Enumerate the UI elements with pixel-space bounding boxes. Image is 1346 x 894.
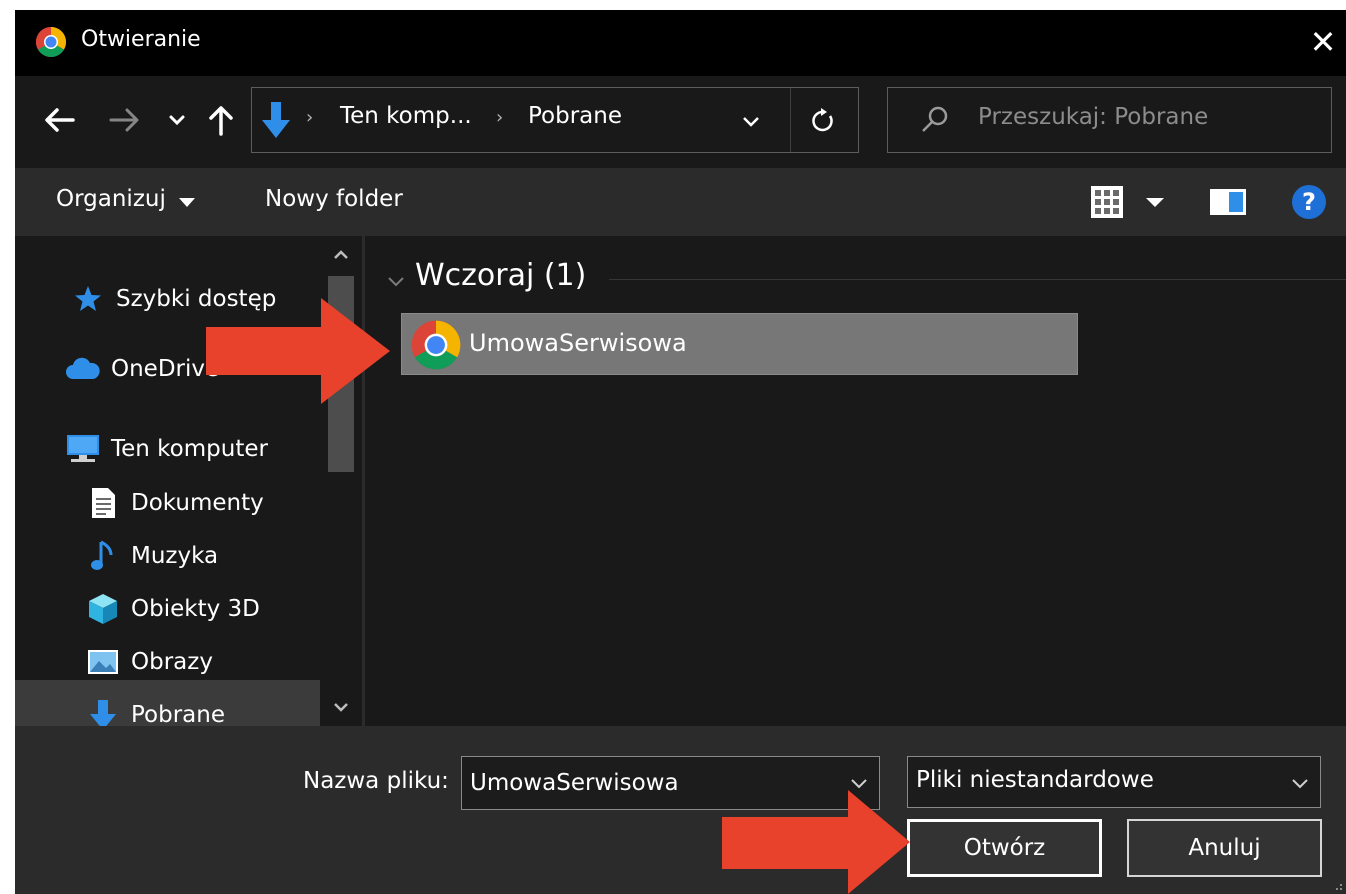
cube-icon [89,594,117,624]
annotation-arrow-open [722,790,910,894]
document-icon [92,488,115,518]
chrome-icon [35,26,67,58]
sidebar-item-3d-objects[interactable]: Obiekty 3D [85,586,260,632]
caret-down-icon[interactable] [179,198,195,207]
new-folder-button[interactable]: Nowy folder [265,186,403,212]
chrome-icon [411,320,461,370]
close-button[interactable]: ✕ [1306,22,1340,62]
sidebar-item-label: Obiekty 3D [131,596,260,622]
arrow-left-icon [45,108,75,132]
title-bar: Otwieranie ✕ [15,10,1346,76]
sidebar-item-downloads[interactable]: Pobrane [85,692,225,726]
navigation-bar: › Ten komp... › Pobrane Przeszukaj: Pobr… [15,76,1346,168]
sidebar-item-label: Ten komputer [111,436,268,462]
file-selection-panel: Nazwa pliku: Pliki niestandardowe Otwórz… [15,726,1346,894]
breadcrumb-downloads[interactable]: Pobrane [528,103,622,129]
recent-locations-button[interactable] [165,104,189,136]
computer-icon [67,435,99,462]
resize-grip-icon[interactable] [1330,878,1344,892]
organize-button[interactable]: Organizuj [56,186,166,212]
preview-pane-icon[interactable] [1209,188,1247,216]
chevron-down-icon[interactable] [736,106,766,136]
star-icon [75,286,101,311]
window-title: Otwieranie [81,27,201,52]
cloud-icon [66,357,100,379]
sidebar-item-music[interactable]: Muzyka [85,533,218,579]
refresh-icon[interactable] [804,102,842,140]
download-arrow-icon [262,102,290,138]
file-type-select[interactable]: Pliki niestandardowe [907,756,1321,808]
sidebar-item-label: Obrazy [131,649,213,675]
sidebar-item-label: Muzyka [131,543,219,569]
arrow-up-icon [209,106,233,136]
filename-label: Nazwa pliku: [303,768,449,794]
download-arrow-icon [90,700,116,726]
search-placeholder: Przeszukaj: Pobrane [978,104,1209,130]
chevron-down-icon[interactable] [385,270,407,292]
file-type-value: Pliki niestandardowe [916,767,1154,793]
annotation-arrow-file [206,298,390,404]
chevron-down-icon[interactable] [1288,771,1312,795]
forward-button[interactable] [105,100,145,140]
address-divider [790,88,791,152]
view-grid-icon[interactable] [1089,184,1125,220]
file-list: Wczoraj (1) UmowaSerwisowa [365,236,1346,726]
breadcrumb-separator: › [306,107,314,128]
sidebar-item-this-pc[interactable]: Ten komputer [65,426,268,472]
group-divider [609,279,1346,280]
chevron-up-icon[interactable] [330,244,352,266]
back-button[interactable] [39,100,79,140]
sidebar-item-documents[interactable]: Dokumenty [85,480,264,526]
search-icon [922,106,948,132]
sidebar-item-onedrive[interactable]: OneDrive [65,346,219,392]
arrow-right-icon [109,108,139,132]
sidebar-item-label: OneDrive [111,356,220,382]
search-box[interactable]: Przeszukaj: Pobrane [887,87,1332,153]
picture-icon [88,650,118,674]
open-button[interactable]: Otwórz [907,819,1102,877]
chevron-down-icon[interactable] [330,696,352,718]
music-note-icon [91,540,113,570]
group-header[interactable]: Wczoraj (1) [415,258,586,293]
help-icon[interactable]: ? [1292,185,1326,219]
file-name: UmowaSerwisowa [469,329,687,357]
sidebar-item-label: Pobrane [131,702,225,726]
sidebar-item-pictures[interactable]: Obrazy [85,639,213,685]
sidebar-item-label: Dokumenty [131,490,264,516]
breadcrumb-this-pc[interactable]: Ten komp... [340,103,472,129]
address-bar[interactable]: › Ten komp... › Pobrane [251,87,859,153]
cancel-button[interactable]: Anuluj [1127,819,1322,877]
chevron-down-icon [169,115,185,126]
breadcrumb-separator: › [496,107,504,128]
command-toolbar: Organizuj Nowy folder ? [15,168,1346,236]
up-button[interactable] [201,100,241,140]
caret-down-icon[interactable] [1146,198,1164,207]
file-item[interactable]: UmowaSerwisowa [401,313,1078,375]
open-file-dialog: Otwieranie ✕ › Ten komp... › Pobrane Prz… [15,10,1346,894]
